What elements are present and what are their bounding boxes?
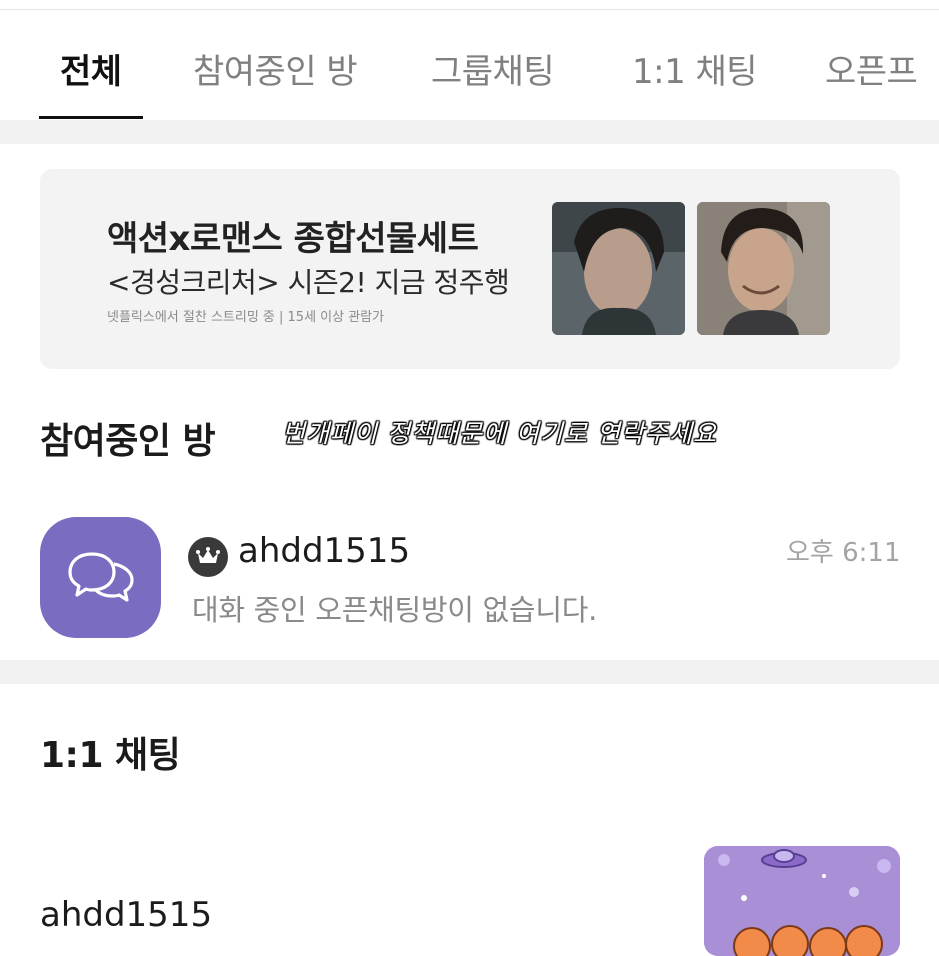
banner-photo-left [552, 202, 685, 335]
section-separator [0, 660, 939, 684]
promo-banner[interactable]: 액션x로맨스 종합선물세트 <경성크리처> 시즌2! 지금 정주행 넷플릭스에서… [40, 169, 900, 369]
joined-section-title: 참여중인 방 [40, 421, 216, 462]
banner-photo-right [697, 202, 830, 335]
tab-group-chat[interactable]: 그룹채팅 [431, 44, 555, 93]
room-last-message: 대화 중인 오픈채팅방이 없습니다. [192, 593, 597, 627]
handwritten-note: 번개페이 정책때문에 여기로 연락주세요 [282, 419, 717, 448]
crown-icon [188, 537, 228, 577]
banner-subtitle: <경성크리처> 시즌2! 지금 정주행 [107, 266, 510, 299]
banner-title: 액션x로맨스 종합선물세트 [107, 219, 479, 259]
open-chat-icon [40, 517, 161, 638]
tab-one-on-one[interactable]: 1:1 채팅 [632, 44, 758, 93]
section-separator [0, 120, 939, 144]
open-chat-room-row[interactable]: ahdd1515 오후 6:11 대화 중인 오픈채팅방이 없습니다. [0, 505, 939, 650]
tab-joined-rooms[interactable]: 참여중인 방 [193, 44, 358, 93]
tab-bar: 전체 참여중인 방 그룹채팅 1:1 채팅 오픈프 [0, 10, 939, 120]
tab-open[interactable]: 오픈프 [825, 44, 918, 93]
room-timestamp: 오후 6:11 [786, 538, 901, 568]
tab-all[interactable]: 전체 [60, 44, 122, 93]
active-tab-indicator [39, 116, 143, 119]
dm-item-thumbnail[interactable] [704, 846, 900, 956]
dm-section-title: 1:1 채팅 [40, 735, 181, 776]
room-owner-name: ahdd1515 [238, 531, 411, 571]
dm-item-name[interactable]: ahdd1515 [40, 895, 212, 935]
banner-note: 넷플릭스에서 절찬 스트리밍 중 | 15세 이상 관람가 [107, 310, 385, 325]
